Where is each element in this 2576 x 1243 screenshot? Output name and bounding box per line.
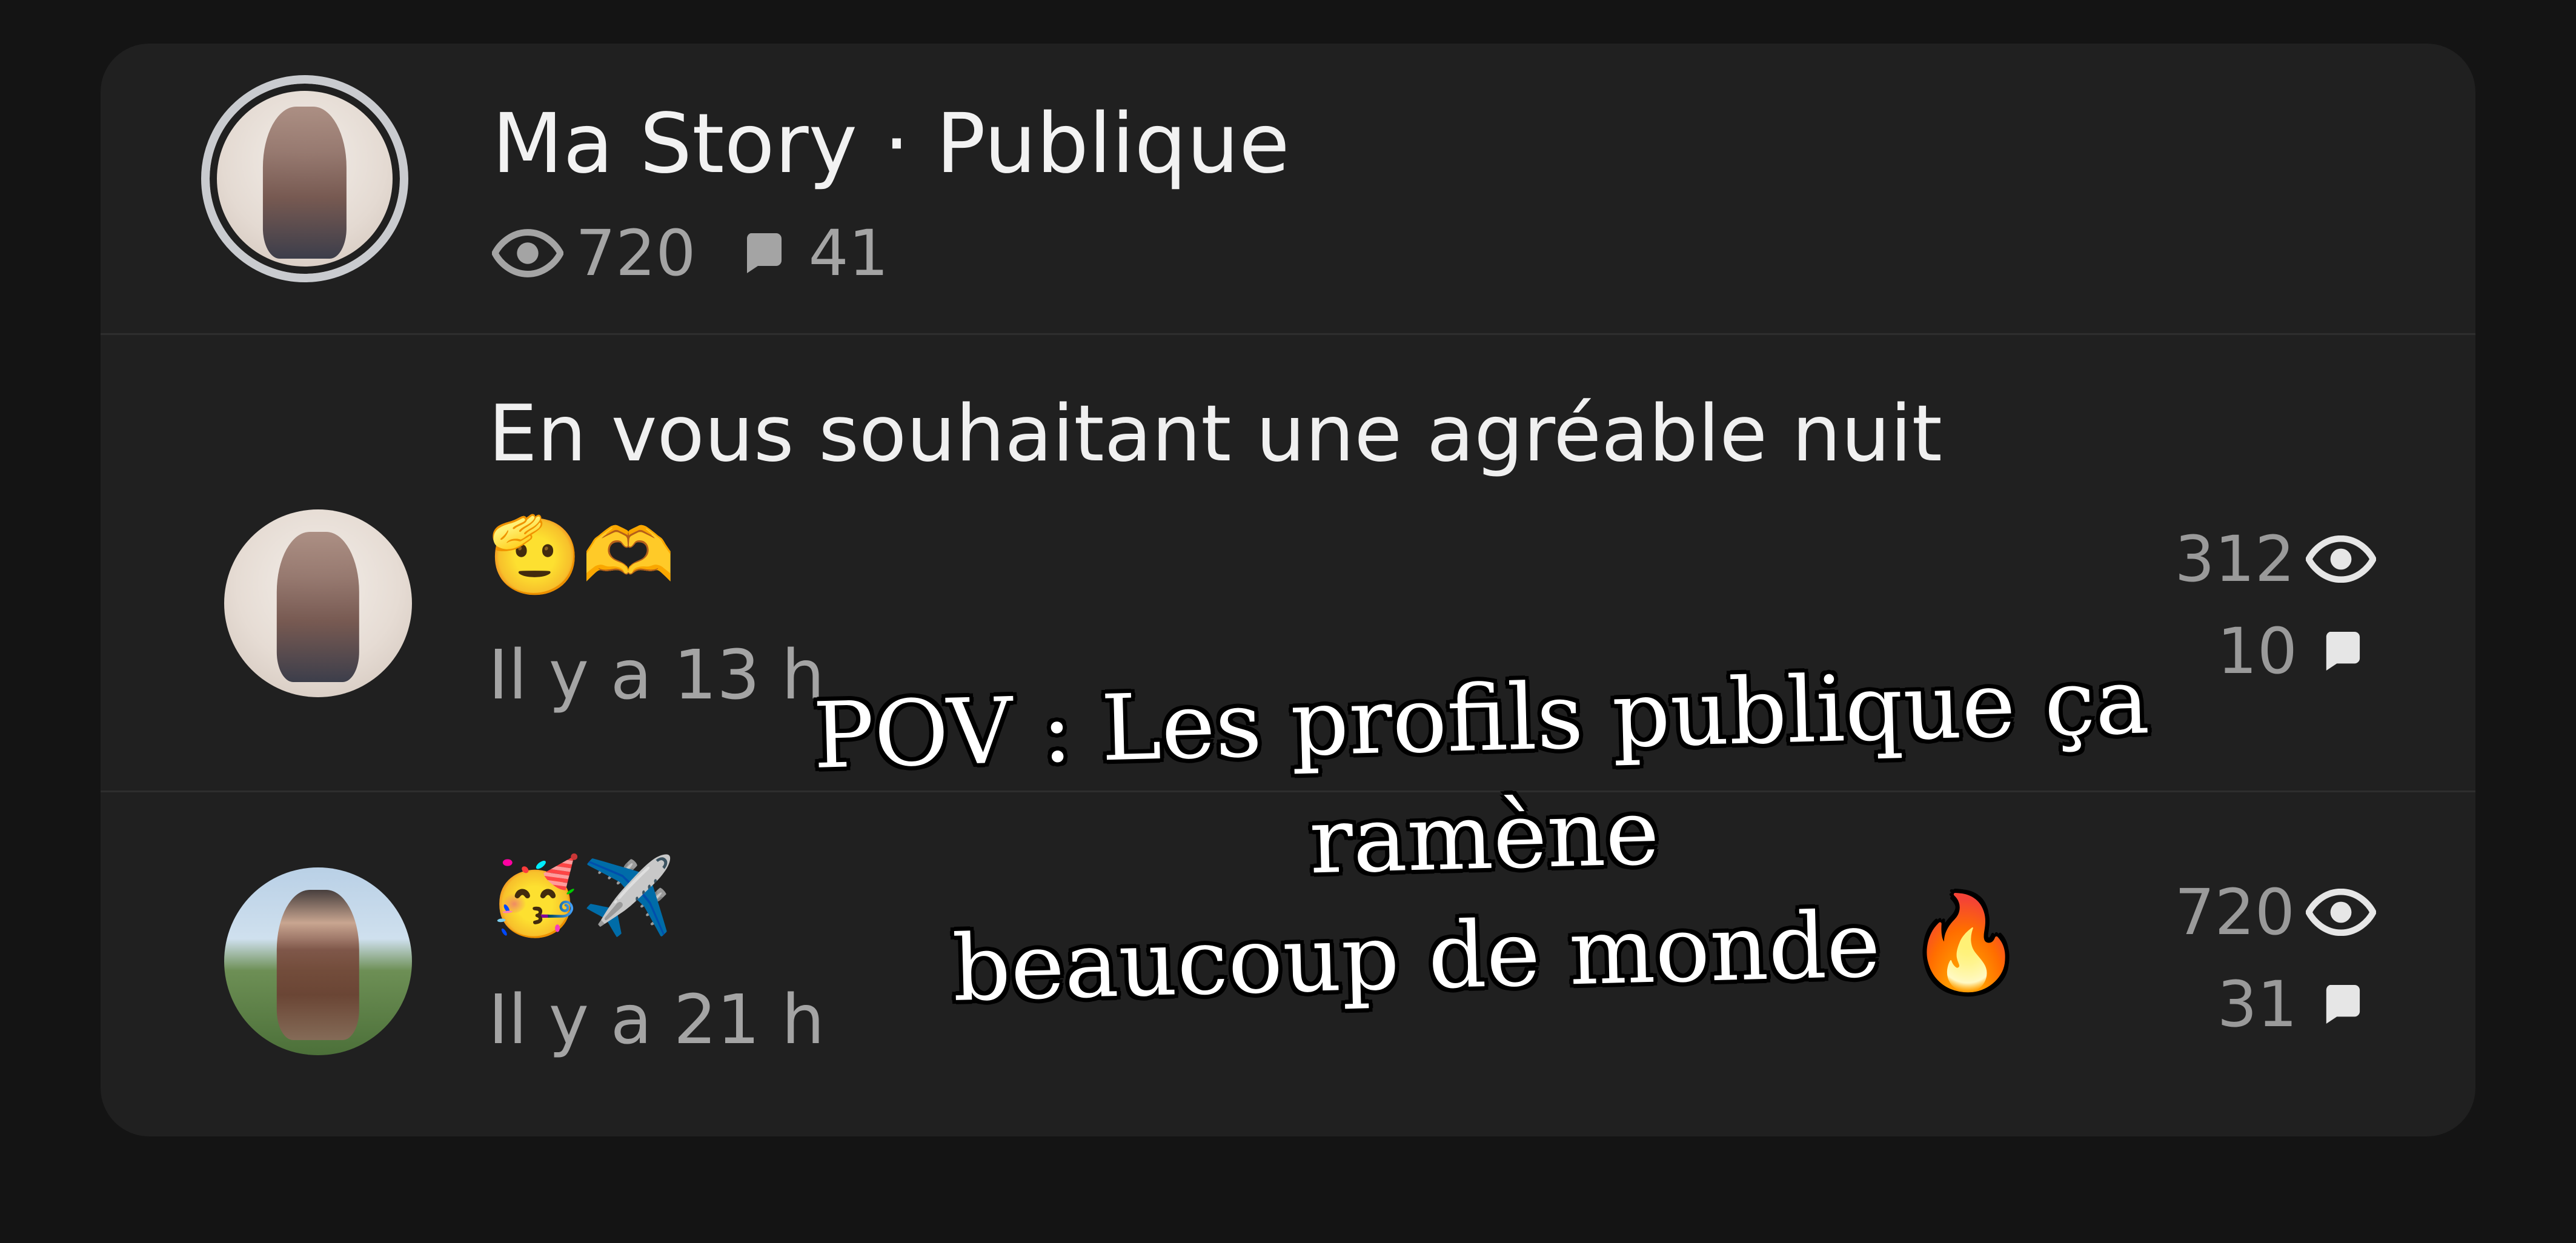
post-thumbnail[interactable] (224, 509, 412, 697)
comment-bubble-icon (2323, 630, 2362, 672)
eye-icon (492, 229, 563, 277)
avatar-photo (276, 890, 360, 1041)
overlay-caption: POV : Les profils publique ça ramène bea… (723, 640, 2246, 1034)
post-views-count: 312 (2174, 522, 2295, 596)
comment-bubble-icon (2323, 983, 2362, 1026)
avatar-photo (262, 106, 347, 259)
eye-icon (2306, 889, 2376, 936)
story-avatar[interactable] (201, 75, 408, 282)
story-views-count: 720 (576, 216, 696, 290)
story-stats: 720 41 (492, 222, 889, 285)
post-emojis: 🥳✈️ (488, 853, 676, 940)
story-comments-count: 41 (808, 216, 889, 290)
post-comments: 10 (2217, 620, 2376, 683)
story-header-row[interactable]: Ma Story · Publique 720 41 (101, 44, 2475, 333)
story-title: Ma Story · Publique (492, 96, 1290, 192)
overlay-caption-line-1: POV : Les profils publique ça ramène (811, 649, 2151, 895)
avatar-photo (276, 532, 360, 683)
eye-icon (2306, 535, 2376, 583)
comment-bubble-icon (743, 231, 783, 275)
post-message: En vous souhaitant une agréable nuit (488, 389, 1942, 479)
post-thumbnail[interactable] (224, 867, 412, 1055)
post-views: 312 (2174, 528, 2376, 591)
post-emojis: 🫡🫶 (488, 512, 676, 599)
